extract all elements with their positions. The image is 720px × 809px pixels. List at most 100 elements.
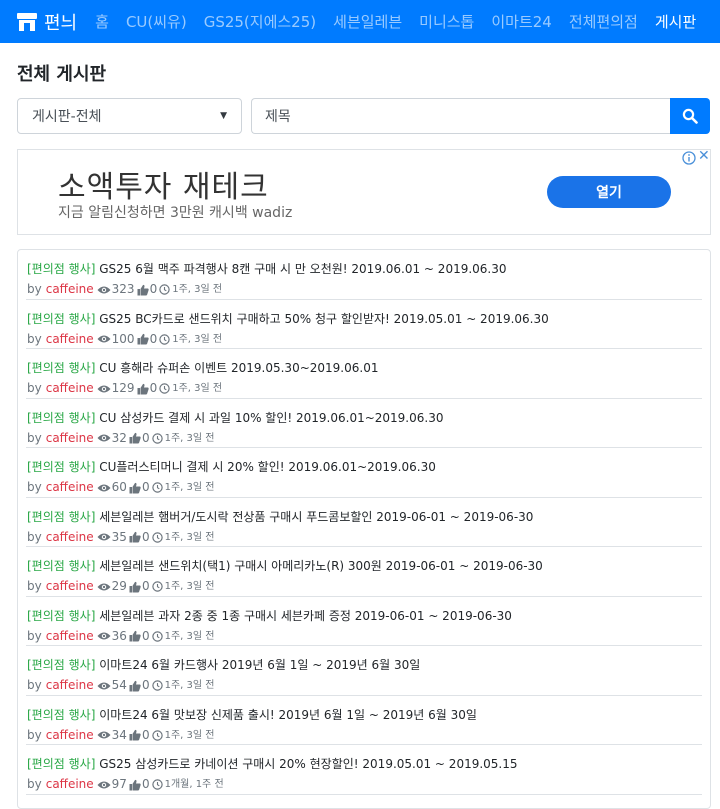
post-views: 34 xyxy=(111,727,127,742)
post-row[interactable]: [편의점 행사] GS25 삼성카드로 카네이션 구매시 20% 현장할인! 2… xyxy=(26,745,702,795)
post-views: 54 xyxy=(111,678,127,692)
post-row[interactable]: [편의점 행사] 세븐일레븐 샌드위치(택1) 구매시 아메리카노(R) 300… xyxy=(26,547,702,597)
post-by-label: by xyxy=(27,579,42,593)
post-likes: 0 xyxy=(141,480,150,494)
eye-icon xyxy=(97,286,111,293)
post-views: 32 xyxy=(111,430,127,445)
post-meta: by caffeine 97 0 1개월, 1주 전 xyxy=(27,776,702,793)
post-title-line[interactable]: [편의점 행사] CU 삼성카드 결제 시 과일 10% 할인! 2019.06… xyxy=(27,411,702,426)
post-time: 1주, 3일 전 xyxy=(164,630,215,642)
post-title[interactable]: GS25 BC카드로 샌드위치 구매하고 50% 청구 할인받자! 2019.0… xyxy=(99,312,549,326)
post-author[interactable]: caffeine xyxy=(46,776,94,793)
post-by-label: by xyxy=(27,480,42,494)
post-title-line[interactable]: [편의점 행사] GS25 6월 맥주 파격행사 8캔 구매 시 만 오천원! … xyxy=(27,262,702,277)
post-meta: by caffeine 32 0 1주, 3일 전 xyxy=(27,430,702,447)
post-author[interactable]: caffeine xyxy=(46,529,94,546)
post-row[interactable]: [편의점 행사] GS25 6월 맥주 파격행사 8캔 구매 시 만 오천원! … xyxy=(26,250,702,300)
post-category: [편의점 행사] xyxy=(27,608,96,623)
search-button[interactable] xyxy=(670,98,710,134)
post-title[interactable]: 세븐일레븐 샌드위치(택1) 구매시 아메리카노(R) 300원 2019-06… xyxy=(99,559,543,573)
post-category: [편의점 행사] xyxy=(27,707,96,722)
post-title[interactable]: CU 흥해라 슈퍼손 이벤트 2019.05.30~2019.06.01 xyxy=(99,361,378,375)
nav-seven-eleven[interactable]: 세븐일레븐 xyxy=(333,11,402,32)
post-title[interactable]: CU 삼성카드 결제 시 과일 10% 할인! 2019.06.01~2019.… xyxy=(99,411,443,425)
board-select[interactable]: 게시판-전체 ▼ xyxy=(17,98,242,134)
post-row[interactable]: [편의점 행사] GS25 BC카드로 샌드위치 구매하고 50% 청구 할인받… xyxy=(26,300,702,349)
store-icon xyxy=(17,12,37,31)
post-title-line[interactable]: [편의점 행사] 이마트24 6월 맛보장 신제품 출시! 2019년 6월 1… xyxy=(27,708,702,723)
page-title: 전체 게시판 xyxy=(17,64,107,85)
post-row[interactable]: [편의점 행사] CU 삼성카드 결제 시 과일 10% 할인! 2019.06… xyxy=(26,399,702,448)
post-by-label: by xyxy=(27,727,42,742)
brand-link[interactable]: 편늬 xyxy=(16,9,77,35)
post-likes: 0 xyxy=(141,628,150,643)
post-meta: by caffeine 36 0 1주, 3일 전 xyxy=(27,628,702,645)
post-category: [편의점 행사] xyxy=(27,361,96,375)
post-title-line[interactable]: [편의점 행사] 세븐일레븐 샌드위치(택1) 구매시 아메리카노(R) 300… xyxy=(27,559,702,574)
post-row[interactable]: [편의점 행사] CU플러스티머니 결제 시 20% 할인! 2019.06.0… xyxy=(26,448,702,498)
post-views: 97 xyxy=(111,777,127,791)
clock-icon xyxy=(151,531,163,543)
post-row[interactable]: [편의점 행사] 세븐일레븐 햄버거/도시락 전상품 구매시 푸드콤보할인 20… xyxy=(26,498,702,547)
post-author[interactable]: caffeine xyxy=(46,430,94,447)
post-category: [편의점 행사] xyxy=(27,658,96,672)
post-views: 29 xyxy=(111,579,127,593)
post-title[interactable]: GS25 6월 맥주 파격행사 8캔 구매 시 만 오천원! 2019.06.0… xyxy=(99,262,506,276)
post-title[interactable]: CU플러스티머니 결제 시 20% 할인! 2019.06.01~2019.06… xyxy=(99,460,436,474)
clock-icon xyxy=(159,383,170,394)
post-author[interactable]: caffeine xyxy=(46,727,94,744)
eye-icon xyxy=(97,781,111,788)
post-title-line[interactable]: [편의점 행사] 세븐일레븐 햄버거/도시락 전상품 구매시 푸드콤보할인 20… xyxy=(27,510,702,525)
post-by-label: by xyxy=(27,430,42,445)
post-meta: by caffeine 34 0 1주, 3일 전 xyxy=(27,727,702,744)
nav-emart24[interactable]: 이마트24 xyxy=(491,11,552,32)
post-row[interactable]: [편의점 행사] 이마트24 6월 카드행사 2019년 6월 1일 ~ 201… xyxy=(26,646,702,696)
post-time: 1주, 3일 전 xyxy=(172,383,223,394)
thumbs-up-icon xyxy=(129,729,141,741)
post-title-line[interactable]: [편의점 행사] GS25 삼성카드로 카네이션 구매시 20% 현장할인! 2… xyxy=(27,757,702,772)
post-author[interactable]: caffeine xyxy=(46,479,94,496)
nav-ministop[interactable]: 미니스톱 xyxy=(419,11,474,32)
post-title[interactable]: 이마트24 6월 맛보장 신제품 출시! 2019년 6월 1일 ~ 2019년… xyxy=(99,708,477,722)
post-title-line[interactable]: [편의점 행사] 이마트24 6월 카드행사 2019년 6월 1일 ~ 201… xyxy=(27,658,702,673)
post-title[interactable]: 세븐일레븐 과자 2종 중 1종 구매시 세븐카페 증정 2019-06-01 … xyxy=(99,609,512,623)
post-category: [편의점 행사] xyxy=(27,509,96,524)
post-title[interactable]: 세븐일레븐 햄버거/도시락 전상품 구매시 푸드콤보할인 2019-06-01 … xyxy=(99,510,533,524)
ad-banner[interactable]: 소액투자 재테크 지금 알림신청하면 3만원 캐시백 wadiz 열기 ✕ xyxy=(17,148,711,235)
post-meta: by caffeine 100 0 1주, 3일 전 xyxy=(27,331,702,348)
nav-gs25[interactable]: GS25(지에스25) xyxy=(204,11,316,32)
post-title[interactable]: GS25 삼성카드로 카네이션 구매시 20% 현장할인! 2019.05.01… xyxy=(99,757,517,771)
post-by-label: by xyxy=(27,381,42,395)
eye-icon xyxy=(97,335,111,343)
nav-all-stores[interactable]: 전체편의점 xyxy=(569,11,638,32)
nav-cu[interactable]: CU(씨유) xyxy=(126,11,187,32)
post-title-line[interactable]: [편의점 행사] CU플러스티머니 결제 시 20% 할인! 2019.06.0… xyxy=(27,460,702,475)
post-author[interactable]: caffeine xyxy=(46,380,94,397)
clock-icon xyxy=(151,779,163,790)
post-author[interactable]: caffeine xyxy=(46,331,94,348)
post-row[interactable]: [편의점 행사] 이마트24 6월 맛보장 신제품 출시! 2019년 6월 1… xyxy=(26,696,702,745)
clock-icon xyxy=(151,680,163,691)
ad-close-icon[interactable]: ✕ xyxy=(698,148,710,164)
search-input[interactable]: 제목 xyxy=(251,98,671,134)
post-author[interactable]: caffeine xyxy=(46,628,94,645)
post-title-line[interactable]: [편의점 행사] CU 흥해라 슈퍼손 이벤트 2019.05.30~2019.… xyxy=(27,361,702,376)
post-views: 100 xyxy=(111,331,135,346)
post-category: [편의점 행사] xyxy=(27,311,96,326)
nav-home[interactable]: 홈 xyxy=(95,11,109,32)
post-author[interactable]: caffeine xyxy=(46,677,94,694)
post-author[interactable]: caffeine xyxy=(46,281,94,298)
search-icon xyxy=(682,108,698,124)
post-title-line[interactable]: [편의점 행사] GS25 BC카드로 샌드위치 구매하고 50% 청구 할인받… xyxy=(27,312,702,327)
post-time: 1개월, 1주 전 xyxy=(164,779,224,790)
post-author[interactable]: caffeine xyxy=(46,578,94,595)
post-by-label: by xyxy=(27,282,42,296)
nav-board[interactable]: 게시판 xyxy=(655,11,696,32)
post-row[interactable]: [편의점 행사] CU 흥해라 슈퍼손 이벤트 2019.05.30~2019.… xyxy=(26,349,702,399)
post-row[interactable]: [편의점 행사] 세븐일레븐 과자 2종 중 1종 구매시 세븐카페 증정 20… xyxy=(26,597,702,646)
post-title-line[interactable]: [편의점 행사] 세븐일레븐 과자 2종 중 1종 구매시 세븐카페 증정 20… xyxy=(27,609,702,624)
ad-info-icon[interactable] xyxy=(682,151,696,165)
ad-open-button[interactable]: 열기 xyxy=(547,176,671,208)
post-title[interactable]: 이마트24 6월 카드행사 2019년 6월 1일 ~ 2019년 6월 30일 xyxy=(99,658,420,672)
post-by-label: by xyxy=(27,529,42,544)
